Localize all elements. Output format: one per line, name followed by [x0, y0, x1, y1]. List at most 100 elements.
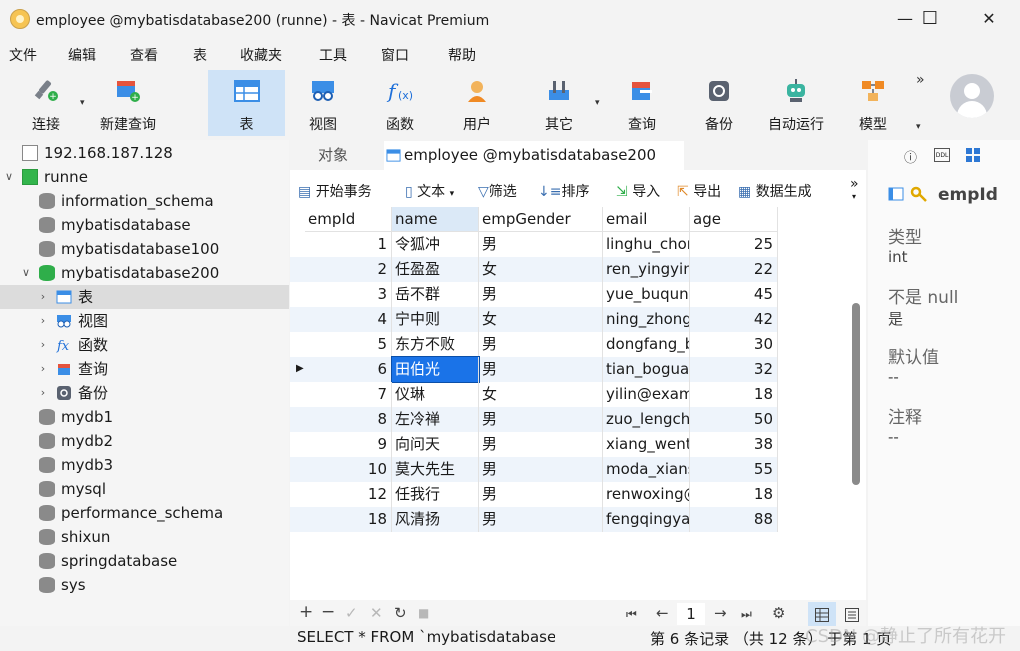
grid-cell-age[interactable]: 25: [690, 232, 778, 257]
menu-view[interactable]: 查看: [130, 45, 158, 65]
menu-edit[interactable]: 编辑: [68, 45, 96, 65]
data-generation-button[interactable]: ▦ 数据生成: [738, 181, 812, 201]
others-dropdown-caret-icon[interactable]: ▾: [595, 98, 600, 108]
grid-cell-empgender[interactable]: 男: [479, 507, 603, 532]
grid-cell-empgender[interactable]: 男: [479, 282, 603, 307]
column-header-age[interactable]: age: [690, 207, 778, 232]
pager-settings-button[interactable]: ⚙: [772, 604, 785, 622]
tree-db-mydb3[interactable]: mydb3: [0, 453, 289, 477]
grid-cell-email[interactable]: moda_xians: [603, 457, 690, 482]
toolbar-automation-button[interactable]: 自动运行: [762, 70, 830, 136]
grid-cell-age[interactable]: 45: [690, 282, 778, 307]
grid-cell-age[interactable]: 38: [690, 432, 778, 457]
discard-changes-button[interactable]: ✕: [370, 604, 383, 622]
menu-tools[interactable]: 工具: [319, 45, 347, 65]
apply-changes-button[interactable]: ✓: [345, 604, 358, 622]
column-header-empid[interactable]: empId: [305, 207, 392, 232]
table-row[interactable]: 7 仪琳女 yilin@exam 18: [290, 382, 778, 407]
last-page-button[interactable]: ⏭: [741, 607, 752, 622]
add-record-button[interactable]: +: [299, 602, 313, 622]
tree-db-mydb1[interactable]: mydb1: [0, 405, 289, 429]
grid-cell-empgender[interactable]: 男: [479, 332, 603, 357]
close-button[interactable]: ✕: [966, 6, 1012, 34]
import-button[interactable]: ⇲ 导入: [616, 181, 660, 201]
table-row[interactable]: 8左冷禅男zuo_lengcha50: [290, 407, 778, 432]
grid-cell-empgender[interactable]: 女: [479, 307, 603, 332]
tree-db-mysql[interactable]: mysql: [0, 477, 289, 501]
grid-cell-empid[interactable]: 1: [305, 232, 392, 257]
grid-cell-name[interactable]: 风清扬: [392, 507, 479, 532]
begin-transaction-button[interactable]: ▤ 开始事务: [298, 181, 372, 201]
table-row[interactable]: 18 风清扬男 fengqingyar 88: [290, 507, 778, 532]
grid-cell-empid[interactable]: 18: [305, 507, 392, 532]
menu-file[interactable]: 文件: [9, 45, 37, 65]
grid-cell-email[interactable]: ning_zhong: [603, 307, 690, 332]
column-header-name[interactable]: name: [392, 207, 479, 232]
chevron-down-icon[interactable]: ∨: [2, 165, 16, 189]
tree-db-shixun[interactable]: shixun: [0, 525, 289, 549]
tree-node-queries[interactable]: › 查询: [0, 357, 289, 381]
table-row[interactable]: 1 令狐冲男 linghu_chon 25: [290, 232, 778, 257]
tree-connection-192[interactable]: 192.168.187.128: [0, 141, 289, 165]
previous-page-button[interactable]: ←: [656, 604, 669, 622]
grid-cell-age[interactable]: 55: [690, 457, 778, 482]
grid-cell-email[interactable]: dongfang_b: [603, 332, 690, 357]
grid-cell-name[interactable]: 宁中则: [392, 307, 479, 332]
toolbar-backup-button[interactable]: 备份: [688, 70, 750, 136]
tab-employee-table[interactable]: employee @mybatisdatabase200 (ru...: [384, 141, 684, 193]
grid-cell-name[interactable]: 任盈盈: [392, 257, 479, 282]
connection-dropdown-caret-icon[interactable]: ▾: [80, 98, 85, 108]
toolbar-function-button[interactable]: f (x) 函数: [369, 70, 431, 136]
user-avatar[interactable]: [950, 74, 994, 118]
grid-cell-empid[interactable]: 2: [305, 257, 392, 282]
grid-cell-empid[interactable]: 3: [305, 282, 392, 307]
tree-connection-runne[interactable]: ∨ runne: [0, 165, 289, 189]
column-header-email[interactable]: email: [603, 207, 690, 232]
grid-cell-empgender[interactable]: 女: [479, 257, 603, 282]
tree-node-backups[interactable]: › 备份: [0, 381, 289, 405]
page-number-input[interactable]: 1: [677, 603, 705, 625]
grid-cell-empid[interactable]: 7: [305, 382, 392, 407]
tree-node-views[interactable]: › 视图: [0, 309, 289, 333]
next-page-button[interactable]: →: [714, 604, 727, 622]
table-row[interactable]: 5 东方不败男 dongfang_b 30: [290, 332, 778, 357]
delete-record-button[interactable]: −: [321, 602, 335, 622]
grid-cell-name[interactable]: 田伯光: [391, 356, 480, 383]
grid-cell-age[interactable]: 18: [690, 382, 778, 407]
table-row[interactable]: 10 莫大先生男 moda_xians 55: [290, 457, 778, 482]
chevron-right-icon[interactable]: ›: [36, 381, 50, 405]
grid-cell-name[interactable]: 莫大先生: [392, 457, 479, 482]
grid-cell-email[interactable]: xiang_wenti: [603, 432, 690, 457]
grid-cell-empgender[interactable]: 男: [479, 482, 603, 507]
toolbar-table-button[interactable]: 表: [208, 70, 285, 136]
grid-cell-email[interactable]: zuo_lengcha: [603, 407, 690, 432]
grid-cell-name[interactable]: 向问天: [392, 432, 479, 457]
grid-cell-empid[interactable]: 9: [305, 432, 392, 457]
menu-window[interactable]: 窗口: [381, 45, 409, 65]
tree-node-functions[interactable]: › fx 函数: [0, 333, 289, 357]
tree-db-mybatisdatabase100[interactable]: mybatisdatabase100: [0, 237, 289, 261]
grid-cell-empid[interactable]: 8: [305, 407, 392, 432]
toolbar-model-button[interactable]: 模型: [842, 70, 904, 136]
tree-db-information-schema[interactable]: information_schema: [0, 189, 289, 213]
table-row[interactable]: 12 任我行男 renwoxing@ 18: [290, 482, 778, 507]
ddl-icon[interactable]: DDL: [934, 148, 950, 162]
filter-button[interactable]: ▽筛选: [478, 181, 517, 201]
export-button[interactable]: ⇱ 导出: [677, 181, 721, 201]
columns-icon[interactable]: [965, 147, 981, 163]
toolbar-others-button[interactable]: 其它: [528, 70, 590, 136]
sort-button[interactable]: ↓≡排序: [538, 181, 589, 201]
toolbar-view-button[interactable]: 视图: [292, 70, 354, 136]
tree-db-springdatabase[interactable]: springdatabase: [0, 549, 289, 573]
grid-cell-empid[interactable]: 6: [305, 357, 392, 382]
model-dropdown-caret-icon[interactable]: ▾: [916, 122, 921, 132]
tree-db-mybatisdatabase200[interactable]: ∨ mybatisdatabase200: [0, 261, 289, 285]
grid-cell-email[interactable]: linghu_chon: [603, 232, 690, 257]
grid-vertical-scrollbar[interactable]: [852, 303, 860, 485]
table-row[interactable]: ▶ 6 田伯光男 tian_boguar 32: [290, 356, 778, 383]
grid-cell-empgender[interactable]: 男: [479, 432, 603, 457]
text-button[interactable]: ▯ 文本 ▾: [405, 181, 454, 201]
menu-help[interactable]: 帮助: [448, 45, 476, 65]
grid-cell-age[interactable]: 42: [690, 307, 778, 332]
grid-cell-email[interactable]: yue_buqun(: [603, 282, 690, 307]
